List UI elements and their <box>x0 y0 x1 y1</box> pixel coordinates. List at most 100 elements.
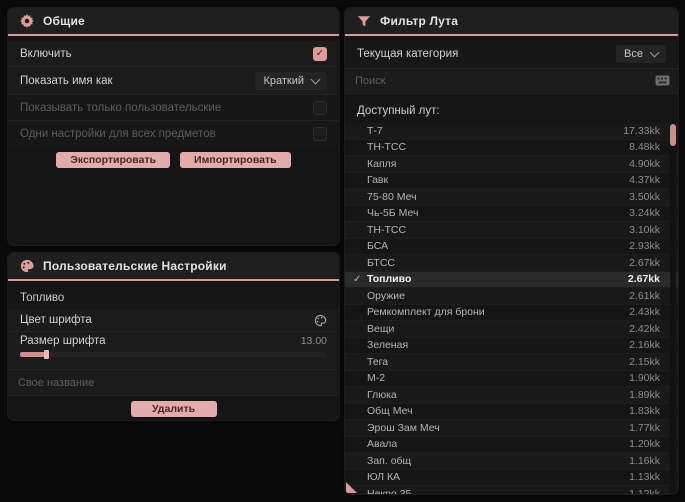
general-panel-header[interactable]: Общие <box>8 8 339 34</box>
same-settings-label: Одни настройки для всех предметов <box>20 127 216 140</box>
loot-item-value: 4.37kk <box>629 174 660 187</box>
category-row: Текущая категория Все <box>345 40 678 69</box>
loot-item-row[interactable]: ✓ Оружие 2.61kk <box>345 288 678 305</box>
loot-item-row[interactable]: ✓ БТСС 2.67kk <box>345 255 678 272</box>
available-label-wrap: Доступный лут: <box>345 94 678 123</box>
gear-icon <box>20 14 34 28</box>
check-icon: ✓ <box>353 224 365 235</box>
search-input[interactable] <box>345 69 678 93</box>
user-settings-panel-header[interactable]: Пользовательские Настройки <box>8 253 339 279</box>
loot-item-name: БТСС <box>367 256 395 269</box>
loot-item-value: 2.67kk <box>629 256 660 269</box>
loot-item-row[interactable]: ✓ Авала 1.20kk <box>345 436 678 453</box>
check-icon: ✓ <box>353 290 365 301</box>
keyboard-icon[interactable] <box>655 75 670 86</box>
loot-item-row[interactable]: ✓ Общ Меч 1.83kk <box>345 403 678 420</box>
loot-item-value: 1.83kk <box>629 405 660 418</box>
loot-item-name: Эрош Зам Меч <box>367 421 440 434</box>
palette-icon[interactable] <box>314 314 327 327</box>
loot-item-name: Общ Меч <box>367 405 413 418</box>
loot-item-name: Т-7 <box>367 124 383 137</box>
desktop: { "colors": { "accent": "#dd9c9c", "acce… <box>0 0 685 502</box>
loot-item-row[interactable]: ✓ Эрош Зам Меч 1.77kk <box>345 420 678 437</box>
check-icon: ✓ <box>353 257 365 268</box>
enable-label: Включить <box>20 47 72 60</box>
loot-item-row[interactable]: ✓ Капля 4.90kk <box>345 156 678 173</box>
export-button[interactable]: Экспортировать <box>56 152 171 168</box>
check-icon: ✓ <box>353 125 365 136</box>
loot-item-row[interactable]: ✓ М-2 1.90kk <box>345 370 678 387</box>
loot-item-row[interactable]: ✓ Зап. общ 1.16kk <box>345 453 678 470</box>
loot-item-row[interactable]: ✓ Тега 2.15kk <box>345 354 678 371</box>
font-size-label: Размер шрифта <box>20 335 106 347</box>
loot-scrollbar-thumb[interactable] <box>670 124 676 146</box>
check-icon: ✓ <box>353 455 365 466</box>
loot-filter-panel-header[interactable]: Фильтр Лута <box>345 8 678 34</box>
check-icon: ✓ <box>353 323 365 334</box>
category-dropdown[interactable]: Все <box>616 45 666 63</box>
slider-fill <box>20 352 46 357</box>
loot-item-name: Тега <box>367 355 389 368</box>
user-settings-panel: Пользовательские Настройки Топливо Цвет … <box>8 253 339 420</box>
font-color-row: Цвет шрифта <box>8 309 339 332</box>
check-icon: ✓ <box>353 175 365 186</box>
loot-item-value: 1.13kk <box>629 471 660 484</box>
loot-scrollbar-track[interactable] <box>670 122 676 494</box>
display-name-row: Показать имя как Краткий <box>8 67 339 95</box>
font-size-row: Размер шрифта 13.00 <box>8 332 339 370</box>
delete-button[interactable]: Удалить <box>130 401 217 417</box>
display-name-label: Показать имя как <box>20 74 113 87</box>
delete-row: Удалить <box>8 396 339 420</box>
only-custom-checkbox[interactable] <box>313 100 327 115</box>
loot-item-row[interactable]: ✓ Чь-5Б Меч 3.24kk <box>345 205 678 222</box>
general-panel-title: Общие <box>43 14 85 28</box>
loot-item-row[interactable]: ✓ Ремкомплект для брони 2.43kk <box>345 304 678 321</box>
category-value: Все <box>624 48 643 60</box>
resize-grip[interactable] <box>346 482 357 493</box>
loot-item-row[interactable]: ✓ Некро 35 1.12kk <box>345 486 678 494</box>
font-color-label: Цвет шрифта <box>20 314 92 326</box>
loot-item-name: Капля <box>367 157 397 170</box>
loot-item-name: Оружие <box>367 289 405 302</box>
loot-item-value: 17.33kk <box>623 124 660 137</box>
same-settings-checkbox[interactable] <box>313 126 327 141</box>
enable-checkbox[interactable]: ✓ <box>313 46 327 61</box>
enable-row: Включить ✓ <box>8 41 339 67</box>
general-accent-line <box>8 34 339 36</box>
loot-item-name: Ремкомплект для брони <box>367 306 485 319</box>
loot-item-name: Чь-5Б Меч <box>367 207 419 220</box>
loot-item-name: М-2 <box>367 372 386 385</box>
loot-item-name: ТН-ТСС <box>367 223 407 236</box>
display-name-dropdown[interactable]: Краткий <box>255 71 327 90</box>
loot-item-row[interactable]: ✓ Топливо 2.67kk <box>345 271 678 288</box>
only-custom-row: Показывать только пользовательские <box>8 95 339 121</box>
loot-item-row[interactable]: ✓ Вещи 2.42kk <box>345 321 678 338</box>
check-icon: ✓ <box>353 208 365 219</box>
loot-item-row[interactable]: ✓ ТН-ТСС 3.10kk <box>345 222 678 239</box>
loot-item-value: 1.89kk <box>629 388 660 401</box>
slider-handle[interactable] <box>44 350 49 359</box>
category-label: Текущая категория <box>357 48 459 60</box>
font-size-value: 13.00 <box>300 335 327 347</box>
loot-item-name: 75-80 Меч <box>367 190 417 203</box>
loot-filter-panel: Фильтр Лута Текущая категория Все Доступ… <box>345 8 678 494</box>
loot-item-row[interactable]: ✓ Гавк 4.37kk <box>345 172 678 189</box>
loot-item-name: Топливо <box>367 273 412 286</box>
selected-item-name: Топливо <box>20 292 65 304</box>
loot-item-row[interactable]: ✓ БСА 2.93kk <box>345 238 678 255</box>
loot-item-row[interactable]: ✓ ЮЛ КА 1.13kk <box>345 469 678 486</box>
loot-item-row[interactable]: ✓ ТН-ТСС 8.48kk <box>345 139 678 156</box>
check-icon: ✓ <box>353 373 365 384</box>
check-icon: ✓ <box>353 356 365 367</box>
selected-item-wrap: Топливо <box>8 281 339 309</box>
font-size-slider[interactable] <box>20 350 327 359</box>
loot-item-row[interactable]: ✓ Зеленая 2.16kk <box>345 337 678 354</box>
loot-item-row[interactable]: ✓ Т-7 17.33kk <box>345 123 678 140</box>
loot-item-row[interactable]: ✓ Глюка 1.89kk <box>345 387 678 404</box>
import-button[interactable]: Импортировать <box>180 152 291 168</box>
loot-item-row[interactable]: ✓ 75-80 Меч 3.50kk <box>345 189 678 206</box>
custom-name-input[interactable] <box>8 370 339 395</box>
loot-item-value: 1.20kk <box>629 438 660 451</box>
loot-item-name: ЮЛ КА <box>367 471 401 484</box>
funnel-icon <box>357 15 371 28</box>
